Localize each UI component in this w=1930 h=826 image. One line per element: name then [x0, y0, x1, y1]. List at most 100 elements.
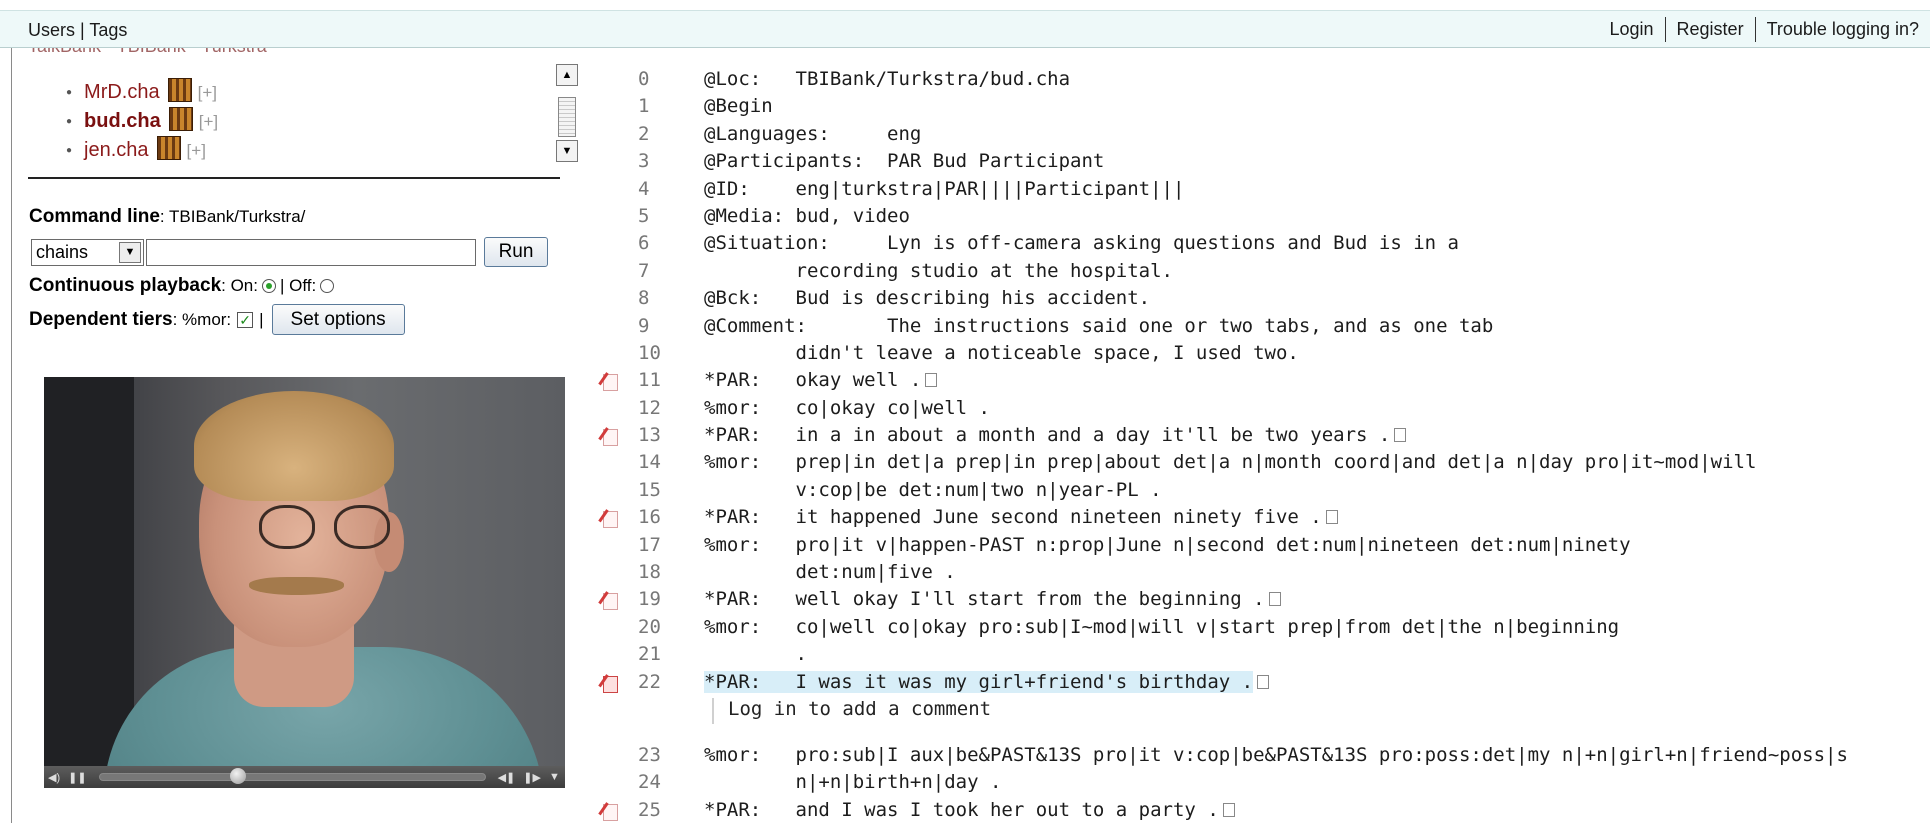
on-label: : On:: [221, 276, 258, 295]
left-border: [11, 48, 12, 823]
continuous-playback: Continuous playback : On: | Off:: [29, 275, 338, 297]
line-text: @Participants: PAR Bud Participant: [704, 150, 1104, 172]
line-text-content: %mor: prep|in det|a prep|in prep|about d…: [704, 451, 1757, 474]
line-number: 11: [638, 369, 661, 392]
line-number: 1: [638, 95, 650, 118]
line-text[interactable]: *PAR: in a in about a month and a day it…: [704, 424, 1407, 446]
file-name[interactable]: MrD.cha: [84, 81, 160, 104]
scroll-down-icon[interactable]: ▼: [556, 140, 578, 162]
account-links: Login Register Trouble logging in?: [1598, 17, 1930, 42]
film-icon[interactable]: [168, 106, 193, 131]
line-text[interactable]: *PAR: well okay I'll start from the begi…: [704, 588, 1281, 610]
highlighted-utterance[interactable]: *PAR: I was it was my girl+friend's birt…: [704, 670, 1254, 693]
seek-knob[interactable]: [230, 768, 247, 784]
play-segment-icon[interactable]: [925, 373, 938, 388]
line-number: 17: [638, 533, 661, 556]
expand-plus[interactable]: [+]: [198, 83, 217, 103]
register-link[interactable]: Register: [1664, 17, 1755, 42]
add-comment-prompt[interactable]: Log in to add a comment: [712, 697, 991, 724]
edit-comment-icon[interactable]: [600, 675, 620, 695]
users-tags-links[interactable]: Users | Tags: [28, 20, 127, 41]
file-item-jen[interactable]: ● jen.cha [+]: [66, 135, 218, 165]
login-link[interactable]: Login: [1598, 17, 1664, 42]
line-number: 21: [638, 643, 661, 666]
line-text-content: n|+n|birth+n|day .: [704, 771, 1002, 794]
line-text-content[interactable]: *PAR: and I was I took her out to a part…: [704, 799, 1219, 821]
dependent-tiers-label: Dependent tiers: [29, 308, 173, 330]
command-select[interactable]: chains ▼: [31, 238, 144, 266]
line-text: det:num|five .: [704, 561, 956, 583]
mor-checkbox[interactable]: ✓: [237, 311, 254, 328]
chevron-down-icon[interactable]: ▼: [119, 241, 141, 263]
line-text-content: %mor: co|okay co|well .: [704, 396, 990, 419]
line-text[interactable]: *PAR: it happened June second nineteen n…: [704, 506, 1338, 528]
file-item-bud[interactable]: ● bud.cha [+]: [66, 106, 218, 136]
play-segment-icon[interactable]: [1394, 428, 1407, 443]
line-text-content: @Languages: eng: [704, 122, 922, 145]
off-label: | Off:: [280, 276, 317, 295]
pause-icon[interactable]: ❚❚: [68, 771, 86, 784]
line-text: didn't leave a noticeable space, I used …: [704, 342, 1299, 364]
set-options-button[interactable]: Set options: [271, 304, 405, 335]
tree-scrollbar[interactable]: ▲ ▼: [556, 64, 580, 164]
bullet-icon: ●: [66, 87, 73, 98]
separator: |: [259, 309, 264, 329]
edit-comment-icon[interactable]: [600, 592, 620, 612]
line-number: 24: [638, 771, 661, 794]
line-number: 12: [638, 396, 661, 419]
file-name[interactable]: jen.cha: [84, 139, 149, 162]
command-line-path: : TBIBank/Turkstra/: [159, 207, 306, 226]
line-number: 20: [638, 615, 661, 638]
expand-plus[interactable]: [+]: [187, 141, 206, 161]
line-number: 8: [638, 287, 650, 310]
line-text: n|+n|birth+n|day .: [704, 771, 1002, 794]
play-segment-icon[interactable]: [1268, 592, 1281, 607]
step-forward-icon[interactable]: ❚▶: [523, 771, 541, 784]
play-segment-icon[interactable]: [1222, 802, 1235, 817]
line-text: %mor: pro:sub|I aux|be&PAST&13S pro|it v…: [704, 744, 1848, 766]
command-line-label: Command line: TBIBank/Turkstra/: [29, 206, 305, 228]
line-text: @Comment: The instructions said one or t…: [704, 315, 1493, 337]
film-icon[interactable]: [167, 77, 192, 102]
line-text-content: recording studio at the hospital.: [704, 259, 1174, 282]
menu-icon[interactable]: ▼: [549, 771, 560, 783]
line-number: 10: [638, 341, 661, 364]
line-text-content[interactable]: *PAR: okay well .: [704, 369, 921, 391]
line-text-content[interactable]: *PAR: in a in about a month and a day it…: [704, 424, 1390, 446]
scroll-up-icon[interactable]: ▲: [556, 64, 578, 86]
line-text: %mor: co|well co|okay pro:sub|I~mod|will…: [704, 616, 1619, 638]
play-segment-icon[interactable]: [1325, 510, 1338, 525]
line-text: v:cop|be det:num|two n|year-PL .: [704, 479, 1162, 501]
line-number: 4: [638, 177, 650, 200]
line-text: @ID: eng|turkstra|PAR||||Participant|||: [704, 178, 1184, 200]
step-back-icon[interactable]: ◀❚: [498, 771, 516, 784]
command-input[interactable]: [146, 238, 476, 266]
seek-bar[interactable]: [98, 768, 486, 784]
line-text[interactable]: *PAR: and I was I took her out to a part…: [704, 799, 1235, 821]
video-frame-glasses: [334, 505, 390, 549]
line-number: 23: [638, 743, 661, 766]
file-item-mrd[interactable]: ● MrD.cha [+]: [66, 77, 218, 107]
playback-on-radio[interactable]: [262, 279, 276, 293]
line-text: @Begin: [704, 95, 773, 117]
video-player[interactable]: ◀) ❚❚ ◀❚ ❚▶ ▼: [44, 377, 565, 788]
volume-icon[interactable]: ◀): [48, 771, 60, 784]
trouble-logging-in-link[interactable]: Trouble logging in?: [1754, 17, 1930, 42]
line-text-content[interactable]: *PAR: well okay I'll start from the begi…: [704, 588, 1265, 610]
run-button[interactable]: Run: [484, 237, 548, 267]
play-segment-icon[interactable]: [1257, 674, 1270, 689]
scroll-thumb[interactable]: [558, 97, 576, 137]
edit-comment-icon[interactable]: [600, 428, 620, 448]
edit-comment-icon[interactable]: [600, 373, 620, 393]
video-frame-glasses: [259, 505, 315, 549]
line-number: 5: [638, 204, 650, 227]
playback-off-radio[interactable]: [320, 279, 335, 293]
expand-plus[interactable]: [+]: [199, 112, 218, 132]
file-name[interactable]: bud.cha: [84, 110, 161, 133]
film-icon[interactable]: [156, 135, 181, 160]
line-text[interactable]: *PAR: okay well .: [704, 369, 938, 391]
line-text-content[interactable]: *PAR: it happened June second nineteen n…: [704, 506, 1322, 528]
line-text[interactable]: *PAR: I was it was my girl+friend's birt…: [704, 670, 1270, 693]
edit-comment-icon[interactable]: [600, 803, 620, 823]
edit-comment-icon[interactable]: [600, 510, 620, 530]
